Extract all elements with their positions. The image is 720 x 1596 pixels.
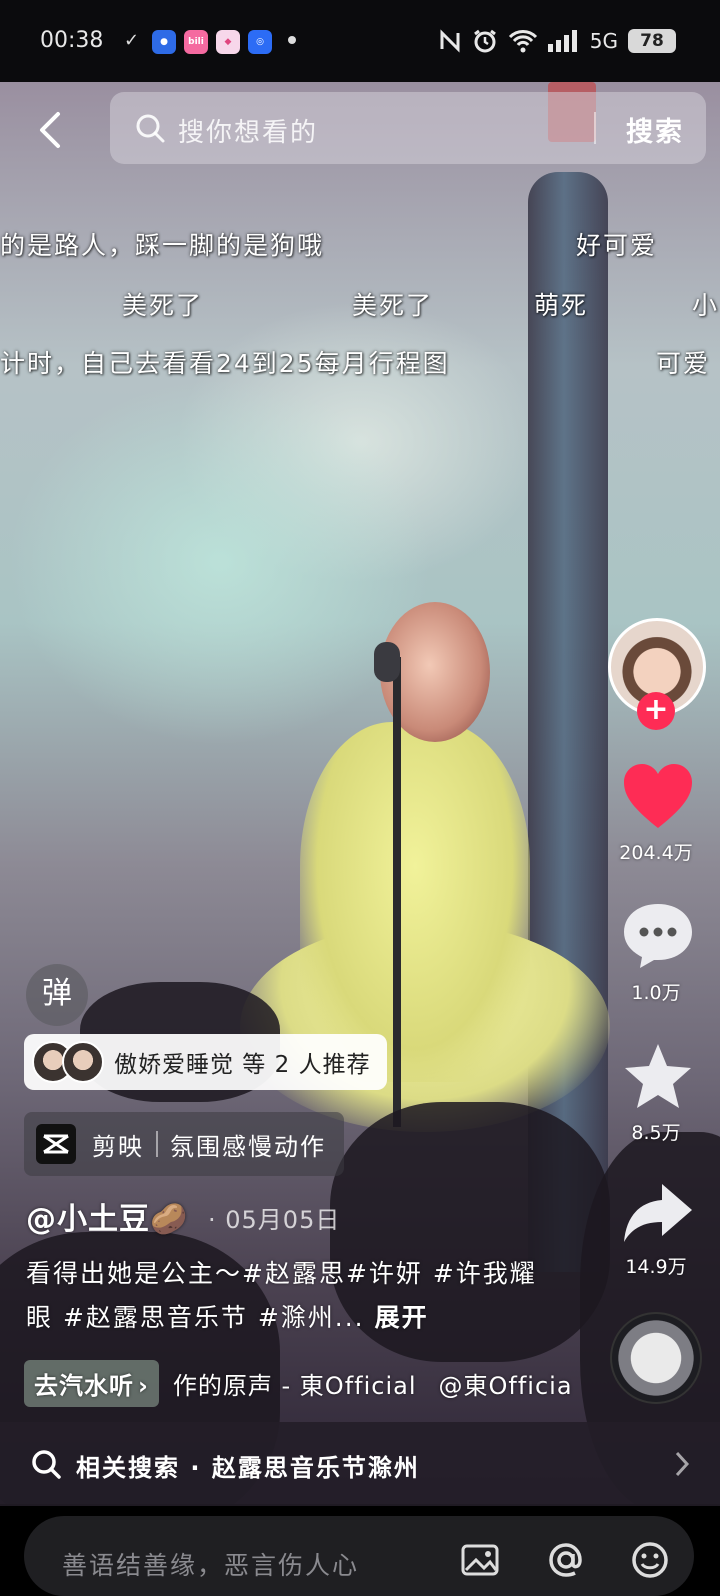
music-row[interactable]: 去汽水听 › 作的原声 - 東Official @東Officia <box>24 1360 573 1407</box>
search-icon <box>32 1450 61 1479</box>
status-time: 00:38 <box>40 28 104 53</box>
danmaku-comment: 美死了 <box>122 291 204 320</box>
comment-input[interactable]: 善语结善缘，恶言伤人心 <box>24 1516 694 1596</box>
search-input[interactable]: 搜你想看的 <box>178 112 318 149</box>
network-type: 5G <box>589 29 618 53</box>
expand-button[interactable]: 展开 <box>375 1303 429 1332</box>
listen-chip-label: 去汽水听 <box>34 1372 134 1400</box>
music-author: @東Officia <box>438 1372 573 1400</box>
status-right: 5G 78 <box>438 28 676 54</box>
battery-indicator: 78 <box>628 29 676 53</box>
music-title: 作的原声 - 東Official <box>172 1372 417 1400</box>
mention-icon[interactable] <box>546 1540 586 1580</box>
listen-in-qishui-button[interactable]: 去汽水听 › <box>24 1360 159 1407</box>
danmaku-comment: 好可爱 <box>576 231 658 260</box>
danmaku-comment: 小 <box>692 291 720 320</box>
back-button[interactable] <box>30 108 74 152</box>
alarm-icon <box>473 29 496 53</box>
comment-input-bar: 善语结善缘，恶言伤人心 <box>0 1506 720 1596</box>
browser-app-icon: ◎ <box>248 30 272 54</box>
related-search-text: 相关搜索 · 赵露思音乐节滁州 <box>76 1454 420 1482</box>
author-name[interactable]: @小土豆🥔 <box>26 1194 188 1238</box>
like-count: 204.4万 <box>619 842 693 864</box>
favorite-star-icon[interactable] <box>620 1042 696 1112</box>
danmaku-comment: 萌死 <box>534 291 589 320</box>
recommend-banner[interactable]: 傲娇爱睡觉 等 2 人推荐 <box>24 1034 387 1090</box>
search-icon <box>136 114 165 143</box>
status-bar: 00:38 ✓ ● bili ◆ ◎ 5G 78 <box>0 0 720 82</box>
capcut-divider <box>156 1131 158 1157</box>
search-bar[interactable]: 搜你想看的 搜索 <box>110 92 706 164</box>
bilibili-app-icon: bili <box>184 30 208 54</box>
microphone <box>374 642 400 682</box>
chevron-right-icon: › <box>138 1372 149 1400</box>
like-icon[interactable] <box>620 762 696 832</box>
shop-app-icon: ◆ <box>216 30 240 54</box>
share-icon[interactable] <box>620 1180 696 1250</box>
wifi-icon <box>508 30 537 53</box>
comment-count: 1.0万 <box>631 982 681 1004</box>
check-icon: ✓ <box>124 30 140 51</box>
baidu-app-icon: ● <box>152 30 176 54</box>
mic-stand <box>393 657 401 1127</box>
music-disc[interactable] <box>610 1312 702 1404</box>
comment-placeholder: 善语结善缘，恶言伤人心 <box>62 1551 360 1580</box>
capcut-app-name: 剪映 <box>92 1132 144 1161</box>
singer-body <box>300 722 530 1082</box>
favorite-count: 8.5万 <box>631 1122 681 1144</box>
emoji-icon[interactable] <box>630 1540 670 1580</box>
capcut-template-link[interactable]: 剪映 氛围感慢动作 <box>24 1112 344 1176</box>
follow-button[interactable]: + <box>637 692 675 730</box>
capcut-logo-icon <box>36 1124 76 1164</box>
danmaku-comment: 可爱 <box>656 349 711 378</box>
related-search-bar[interactable]: 相关搜索 · 赵露思音乐节滁州 <box>0 1422 720 1506</box>
search-divider <box>594 112 596 144</box>
chevron-right-icon <box>675 1451 690 1477</box>
share-count: 14.9万 <box>625 1256 687 1278</box>
image-icon[interactable] <box>460 1540 500 1580</box>
recommend-text: 傲娇爱睡觉 等 2 人推荐 <box>114 1052 371 1078</box>
post-date: · 05月05日 <box>208 1206 341 1234</box>
danmaku-comment: 的是路人，踩一脚的是狗哦 <box>0 231 325 260</box>
comment-icon[interactable] <box>620 900 696 970</box>
danmaku-comment: 计时，自己去看看24到25每月行程图 <box>0 349 450 378</box>
video-caption[interactable]: 看得出她是公主～#赵露思#许妍 #许我耀眼 #赵露思音乐节 #滁州... 展开 <box>26 1252 546 1340</box>
signal-icon <box>547 30 577 52</box>
danmaku-toggle-button[interactable]: 弹 <box>26 964 88 1026</box>
recommender-avatar <box>62 1041 104 1083</box>
capcut-template-name: 氛围感慢动作 <box>170 1132 326 1161</box>
nfc-icon <box>440 29 460 53</box>
caption-text: 看得出她是公主～#赵露思#许妍 #许我耀眼 #赵露思音乐节 #滁州... <box>26 1259 537 1332</box>
search-button[interactable]: 搜索 <box>626 110 684 149</box>
more-notifications-icon <box>288 36 296 44</box>
danmaku-comment: 美死了 <box>352 291 434 320</box>
